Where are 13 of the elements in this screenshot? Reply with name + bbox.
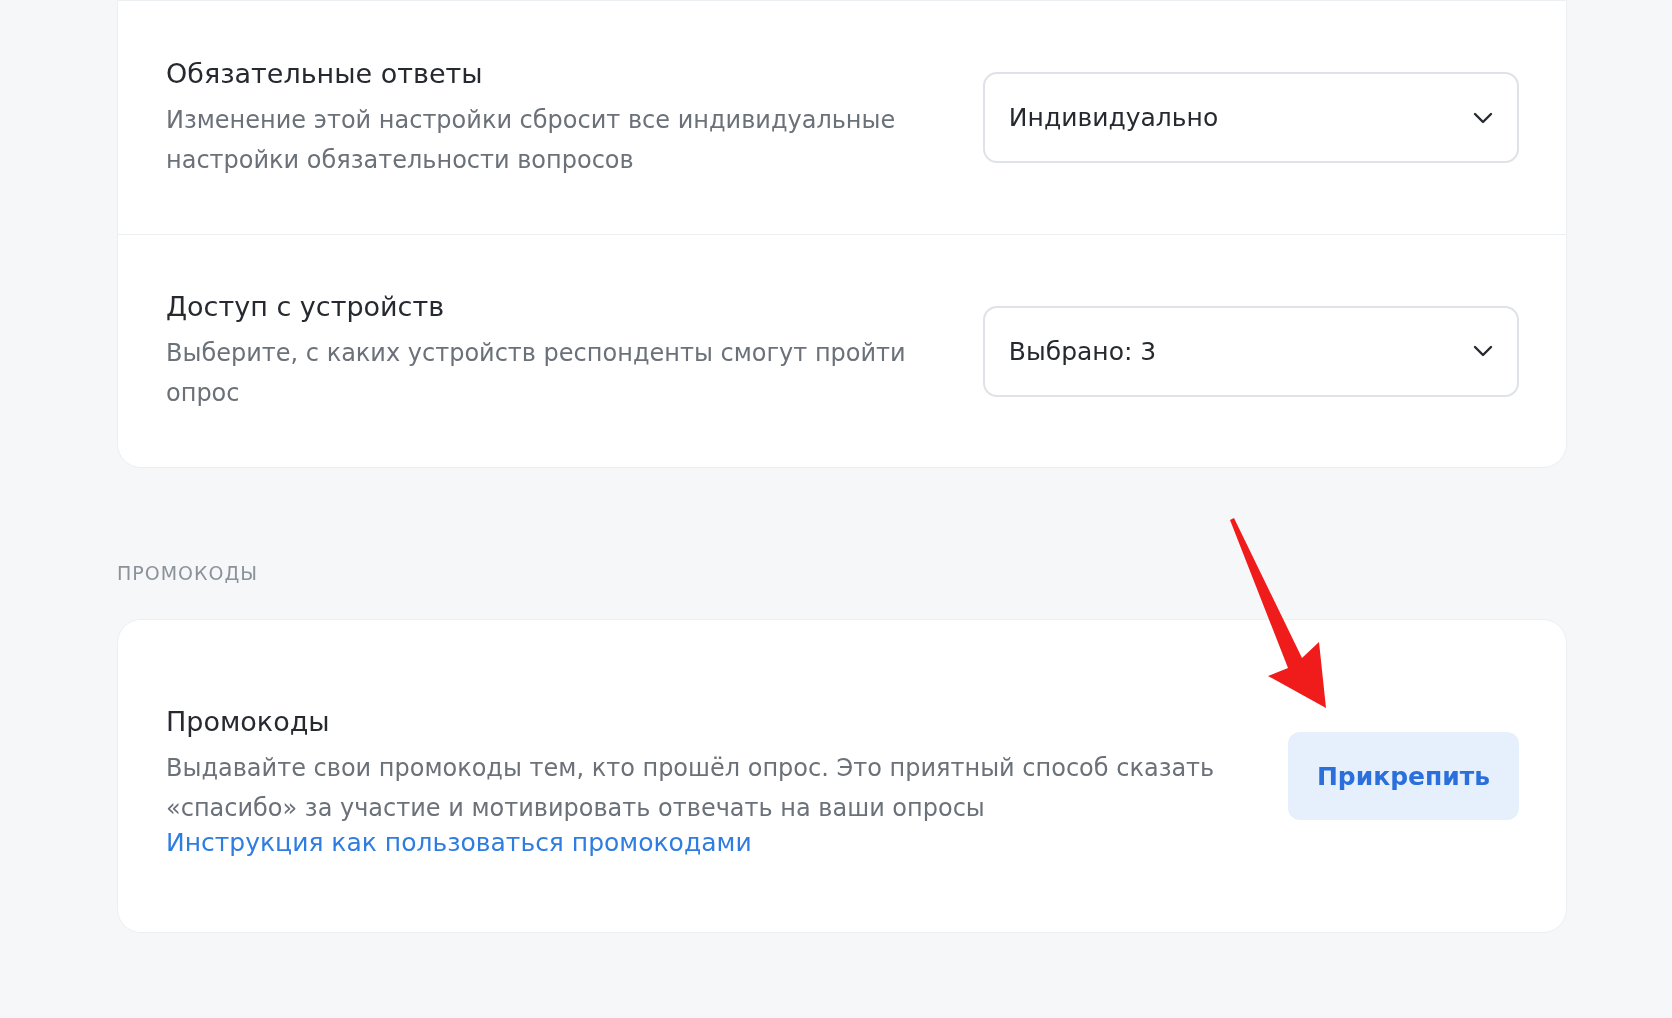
attach-button[interactable]: Прикрепить bbox=[1288, 732, 1519, 820]
setting-title: Доступ с устройств bbox=[166, 290, 446, 324]
chevron-down-icon bbox=[1473, 345, 1493, 357]
instruction-link[interactable]: Инструкция как пользоваться промокодами bbox=[166, 827, 752, 857]
setting-title: Обязательные ответы bbox=[166, 56, 484, 91]
section-label: ПРОМОКОДЫ bbox=[117, 562, 260, 584]
promo-description: Выдавайте свои промокоды тем, кто прошёл опрос. Это приятный способ сказать «спасибо» за участие и мотивировать отвечать на ваши опросы bbox=[166, 752, 1216, 824]
promo-title: Промокоды bbox=[166, 704, 331, 739]
dropdown-select[interactable]: Индивидуально bbox=[982, 72, 1519, 163]
setting-description: Выберите, с каких устройств респонденты смогут пройти опрос bbox=[166, 338, 907, 409]
setting-description: Изменение этой настройки сбросит все индивидуальные настройки обязательности вопросов bbox=[166, 104, 897, 176]
dropdown-select[interactable]: Выбрано: 3 bbox=[982, 305, 1519, 397]
chevron-down-icon bbox=[1473, 111, 1493, 124]
